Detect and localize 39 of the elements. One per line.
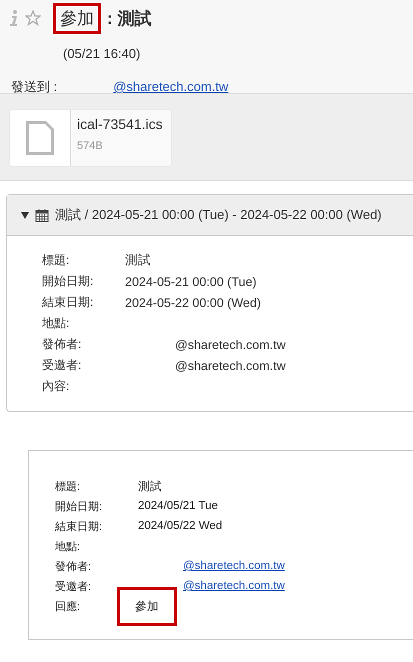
field-value: 2024-05-21 00:00 (Tue) [125, 274, 257, 288]
field-label: 標題: [42, 252, 70, 269]
field-label: 地點: [42, 315, 70, 332]
sent-time: (05/21 16:40) [63, 46, 140, 61]
field-value: 2024/05/21 Tue [138, 500, 218, 512]
field-label: 開始日期: [55, 500, 104, 514]
field-value: 參加 [117, 586, 177, 626]
field-label: 發佈者: [42, 336, 82, 353]
field-label: 受邀者: [55, 580, 92, 594]
recipient-link[interactable]: @sharetech.com.tw [113, 79, 228, 94]
field-value: 測試 [125, 252, 151, 269]
field-label: 結束日期: [42, 294, 94, 311]
field-label: 開始日期: [42, 273, 94, 290]
star-icon[interactable] [25, 10, 41, 26]
email-link[interactable]: @sharetech.com.tw [183, 560, 285, 572]
field-value: 測試 [138, 480, 162, 494]
field-label: 地點: [55, 540, 82, 554]
field-value: 2024-05-22 00:00 (Wed) [125, 296, 261, 310]
expand-arrow-icon[interactable] [21, 212, 29, 218]
response-label: 參加 [53, 2, 101, 34]
field-label: 回應: [55, 600, 82, 614]
event-summary: 測試 / 2024-05-21 00:00 (Tue) - 2024-05-22 00:00 (Wed) [55, 206, 382, 224]
attachment-card[interactable]: ical-73541.ics 574B [10, 110, 171, 166]
field-label: 受邀者: [42, 357, 82, 374]
email-link[interactable]: @sharetech.com.tw [183, 580, 285, 592]
info-icon[interactable] [9, 9, 19, 27]
email-address: @sharetech.com.tw [175, 338, 286, 352]
field-label: 標題: [55, 480, 82, 494]
field-label: 發佈者: [55, 560, 92, 574]
file-icon [25, 120, 55, 156]
file-size: 574B [77, 140, 104, 152]
field-label: 內容: [42, 378, 70, 395]
field-value: 2024/05/22 Wed [138, 520, 222, 532]
email-address: @sharetech.com.tw [175, 358, 286, 372]
mail-subject: : 測試 [107, 8, 152, 30]
file-name: ical-73541.ics [77, 116, 163, 132]
field-label: 結束日期: [55, 520, 104, 534]
recipient-label: 發送到 : [11, 78, 58, 96]
calendar-icon [35, 208, 49, 222]
